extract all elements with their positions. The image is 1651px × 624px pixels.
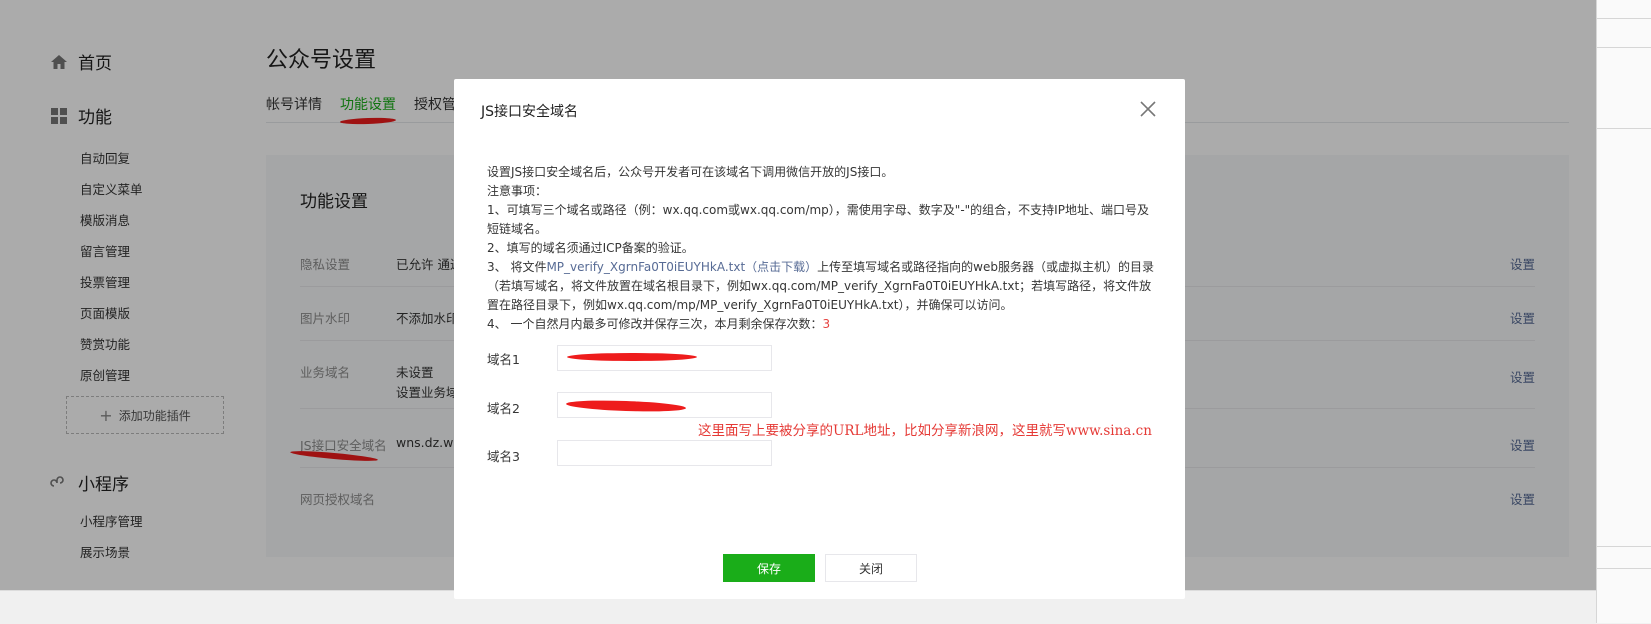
note-3: 3、 将文件MP_verify_XgrnFa0T0iEUYHkA.txt（点击下… — [487, 258, 1157, 315]
js-domain-dialog: JS接口安全域名 设置JS接口安全域名后，公众号开发者可在该域名下调用微信开放的… — [454, 79, 1185, 599]
domain3-field[interactable] — [557, 440, 772, 466]
note-3-prefix: 3、 将文件 — [487, 260, 547, 274]
note-1: 1、可填写三个域名或路径（例：wx.qq.com或wx.qq.com/mp），需… — [487, 203, 1149, 236]
right-side-panel — [1596, 0, 1651, 623]
panel-divider — [1597, 47, 1651, 48]
panel-divider — [1597, 128, 1651, 129]
dialog-notes: 设置JS接口安全域名后，公众号开发者可在该域名下调用微信开放的JS接口。 注意事… — [487, 163, 1157, 334]
verify-file-link[interactable]: MP_verify_XgrnFa0T0iEUYHkA.txt — [546, 260, 745, 274]
note-2: 2、填写的域名须通过ICP备案的验证。 — [487, 241, 694, 255]
annotation-text: 这里面写上要被分享的URL地址，比如分享新浪网，这里就写www.sina.cn — [698, 423, 1152, 439]
close-button[interactable]: 关闭 — [825, 554, 917, 582]
domain1-label: 域名1 — [487, 352, 520, 367]
domain3-input[interactable] — [558, 441, 771, 465]
notes-intro: 设置JS接口安全域名后，公众号开发者可在该域名下调用微信开放的JS接口。 — [487, 165, 894, 179]
remaining-count: 3 — [822, 317, 831, 331]
panel-divider — [1597, 568, 1651, 569]
notes-header: 注意事项： — [487, 184, 548, 198]
redaction-mark — [567, 353, 697, 361]
note-4: 4、 一个自然月内最多可修改并保存三次，本月剩余保存次数：3 — [487, 315, 1157, 334]
download-link[interactable]: （点击下载） — [745, 260, 817, 274]
note-4-text: 4、 一个自然月内最多可修改并保存三次，本月剩余保存次数： — [487, 317, 823, 331]
domain2-label: 域名2 — [487, 401, 520, 416]
panel-divider — [1597, 546, 1651, 547]
dialog-title: JS接口安全域名 — [481, 104, 579, 120]
domain3-label: 域名3 — [487, 449, 520, 464]
close-icon[interactable] — [1138, 99, 1158, 119]
panel-divider — [1597, 18, 1651, 19]
save-button[interactable]: 保存 — [723, 554, 815, 582]
